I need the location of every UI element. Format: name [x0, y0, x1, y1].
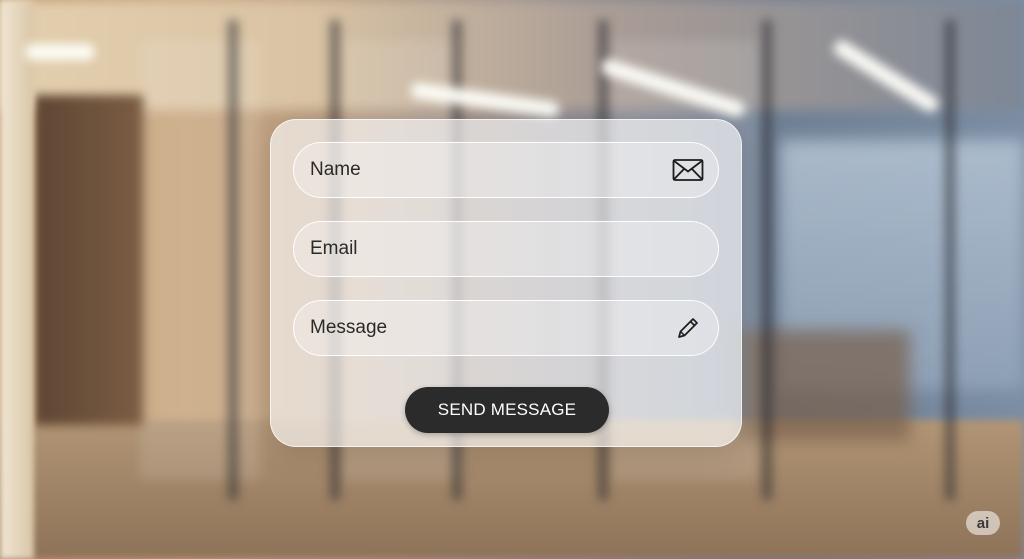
background-glass-frame [762, 20, 772, 500]
background-glass-frame [945, 20, 955, 500]
contact-form-card: Name Email Message SEND MESSAGE [270, 119, 742, 447]
background-glass-panel [140, 40, 260, 480]
background-wall [34, 95, 144, 425]
pencil-icon [672, 314, 704, 342]
background-glass-frame [228, 20, 238, 500]
background-pillar [0, 0, 34, 559]
message-field-placeholder: Message [310, 317, 388, 338]
email-field[interactable]: Email [293, 221, 719, 277]
ceiling-light [25, 44, 95, 60]
name-field[interactable]: Name [293, 142, 719, 198]
message-field[interactable]: Message [293, 300, 719, 356]
ai-badge: ai [966, 511, 1000, 535]
name-field-placeholder: Name [310, 159, 361, 180]
office-background: Name Email Message SEND MESSAGE ai [0, 0, 1024, 559]
email-field-placeholder: Email [310, 238, 358, 259]
envelope-icon [672, 156, 704, 184]
send-message-button[interactable]: SEND MESSAGE [405, 387, 609, 433]
